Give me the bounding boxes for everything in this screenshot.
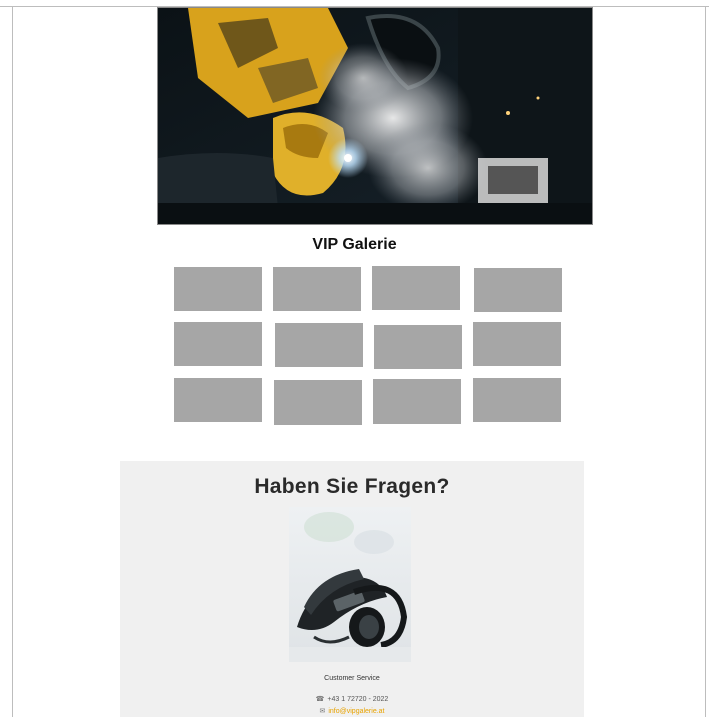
headset-phone-illustration [289,507,411,662]
mail-icon: ✉ [319,708,326,715]
customer-service-label: Customer Service [324,675,380,682]
page-frame-right [705,6,706,717]
page-frame-left [12,6,13,717]
phone-number[interactable]: +43 1 72720 - 2022 [327,696,388,703]
customer-service-photo [289,507,411,662]
phone-icon: ☎ [315,696,325,703]
gallery-thumbnail[interactable] [473,378,561,422]
gallery-thumbnail[interactable] [274,380,362,425]
contact-title: Haben Sie Fragen? [254,475,450,498]
gallery-thumbnail[interactable] [174,322,262,366]
gallery-thumbnail[interactable] [474,268,562,312]
gallery-thumbnail[interactable] [374,325,462,369]
gallery-thumbnail[interactable] [174,378,262,422]
email-line: ✉ info@vipgalerie.at [120,707,584,715]
welder-illustration [158,8,592,224]
gallery-title: VIP Galerie [312,236,397,253]
email-link[interactable]: info@vipgalerie.at [328,708,384,715]
contact-section: Haben Sie Fragen? Customer Service ☎ +43… [120,461,584,717]
hero-image [157,7,593,225]
gallery-thumbnail[interactable] [174,267,262,311]
phone-line: ☎ +43 1 72720 - 2022 [120,695,584,703]
gallery-thumbnail[interactable] [473,322,561,366]
gallery-thumbnail[interactable] [273,267,361,311]
gallery-thumbnail[interactable] [275,323,363,367]
gallery-thumbnail[interactable] [372,266,460,310]
gallery-thumbnail[interactable] [373,379,461,424]
